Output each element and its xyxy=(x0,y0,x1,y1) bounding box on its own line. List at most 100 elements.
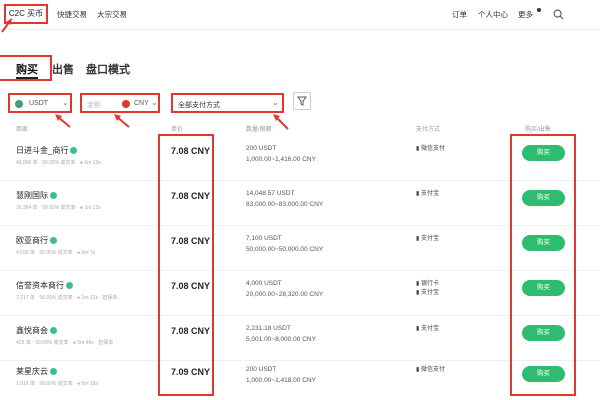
payment-method-select[interactable]: 全部支付方式 ⌄ xyxy=(171,93,284,113)
limit: 20,000.00~28,320.00 CNY xyxy=(246,291,324,298)
amount-limit: 14,048.57 USDT 83,000.00~83,000.00 CNY xyxy=(246,188,323,210)
amount-limit: 200 USDT 1,000.00~1,418.00 CNY xyxy=(246,364,316,386)
limit: 5,001.00~8,000.00 CNY xyxy=(246,336,316,343)
annotation-arrow-icon xyxy=(55,114,71,128)
fiat-select-value: CNY xyxy=(134,100,149,107)
payment-methods: ▮ 支付宝 xyxy=(416,325,439,334)
price: 7.08 CNY xyxy=(171,191,211,201)
chevron-down-icon: ⌄ xyxy=(62,98,69,107)
annotation-arrow-icon xyxy=(1,18,12,33)
buy-button[interactable]: 购买 xyxy=(522,235,565,251)
quantity: 14,048.57 USDT xyxy=(246,190,295,197)
verified-icon xyxy=(70,147,78,154)
table-row: 慧刚国际 26,364 单 · 99.93% 成交率 · ● 1m 13s 7.… xyxy=(0,182,600,226)
price: 7.08 CNY xyxy=(171,146,211,156)
merchant-stats: 4,690 单 · 99.95% 成交率 · ● 0m 7s xyxy=(16,250,96,256)
buy-button[interactable]: 购买 xyxy=(522,280,565,296)
coin-select-value: USDT xyxy=(29,100,49,107)
buy-button[interactable]: 购买 xyxy=(522,366,565,382)
payment-methods: ▮ 银行卡 ▮ 支付宝 xyxy=(416,280,439,298)
buy-button[interactable]: 购买 xyxy=(522,145,565,161)
verified-icon xyxy=(50,192,57,199)
annotation-arrow-icon xyxy=(273,114,289,130)
top-nav: C2C 买币 快捷交易 大宗交易 订单 个人中心 更多 xyxy=(0,0,600,30)
amount-limit: 200 USDT 1,000.00~1,416.00 CNY xyxy=(246,143,316,165)
notification-dot xyxy=(537,8,541,12)
merchant-stats: 1,016 单 · 99.89% 成交率 · ● 0m 18s xyxy=(16,381,98,387)
merchant-name[interactable]: 莱星庆云 xyxy=(16,366,57,377)
merchant-stats: 26,364 单 · 99.93% 成交率 · ● 1m 13s xyxy=(16,205,101,211)
merchant-stats: 7,217 单 · 98.93% 成交率 · ● 1m 12s · 担保单 xyxy=(16,295,118,301)
cny-currency-icon xyxy=(122,100,130,108)
verified-icon xyxy=(66,282,73,289)
header-merchant: 商家 xyxy=(16,127,29,133)
merchant-stats: 49,006 单 · 99.95% 成交率 · ● 0m 13s xyxy=(16,160,101,166)
nav-quick-trade[interactable]: 快捷交易 xyxy=(57,9,87,20)
tab-buy[interactable]: 购买 xyxy=(16,61,38,77)
table-row: 欧亚商行 4,690 单 · 99.95% 成交率 · ● 0m 7s 7.08… xyxy=(0,227,600,271)
payment-method: ▮ 支付宝 xyxy=(416,191,439,197)
table-row: 日进斗金_商行 49,006 单 · 99.95% 成交率 · ● 0m 13s… xyxy=(0,137,600,181)
tab-order-book[interactable]: 盘口模式 xyxy=(86,61,130,77)
limit: 83,000.00~83,000.00 CNY xyxy=(246,201,324,208)
chevron-down-icon: ⌄ xyxy=(272,98,279,107)
table-row: 鑫悦商会 423 单 · 99.60% 成交率 · ● 0m 46s · 担保单… xyxy=(0,317,600,361)
payment-methods: ▮ 支付宝 xyxy=(416,235,439,244)
limit: 50,000.00~50,000.00 CNY xyxy=(246,246,324,253)
merchant-name[interactable]: 日进斗金_商行 xyxy=(16,145,78,156)
usdt-coin-icon xyxy=(15,100,23,108)
buy-button[interactable]: 购买 xyxy=(522,190,565,206)
chevron-down-icon: ⌄ xyxy=(151,98,158,107)
merchant-name[interactable]: 信誉资本商行 xyxy=(16,280,73,291)
nav-block-trade[interactable]: 大宗交易 xyxy=(97,9,127,20)
coin-select[interactable]: USDT ⌄ xyxy=(8,93,72,113)
amount-limit: 7,100 USDT 50,000.00~50,000.00 CNY xyxy=(246,233,323,255)
merchant-name[interactable]: 欧亚商行 xyxy=(16,235,57,246)
nav-orders[interactable]: 订单 xyxy=(452,9,467,20)
payment-methods: ▮ 支付宝 xyxy=(416,190,439,199)
payment-method: ▮ 微信支付 xyxy=(416,146,445,152)
header-price: 单价 xyxy=(171,127,184,133)
filter-button[interactable] xyxy=(293,92,311,110)
amount-limit: 2,231.18 USDT 5,001.00~8,000.00 CNY xyxy=(246,323,316,345)
nav-profile[interactable]: 个人中心 xyxy=(478,9,508,20)
payment-methods: ▮ 微信支付 xyxy=(416,366,445,375)
payment-select-value: 全部支付方式 xyxy=(178,102,220,109)
nav-more[interactable]: 更多 xyxy=(518,9,533,20)
limit: 1,000.00~1,418.00 CNY xyxy=(246,377,316,384)
amount-limit: 4,000 USDT 20,000.00~28,320.00 CNY xyxy=(246,278,323,300)
quantity: 2,231.18 USDT xyxy=(246,325,291,332)
price: 7.08 CNY xyxy=(171,236,211,246)
amount-placeholder: 金额 xyxy=(87,102,101,109)
payment-method: ▮ 微信支付 xyxy=(416,367,445,373)
price: 7.08 CNY xyxy=(171,281,211,291)
table-row: 信誉资本商行 7,217 单 · 98.93% 成交率 · ● 1m 12s ·… xyxy=(0,272,600,316)
merchant-name[interactable]: 鑫悦商会 xyxy=(16,325,57,336)
quantity: 200 USDT xyxy=(246,145,277,152)
payment-method: ▮ 银行卡 xyxy=(416,281,439,287)
payment-method: ▮ 支付宝 xyxy=(416,236,439,242)
header-action: 购买/出售 xyxy=(525,127,551,133)
verified-icon xyxy=(50,368,57,375)
quantity: 4,000 USDT xyxy=(246,280,282,287)
verified-icon xyxy=(50,237,57,244)
tab-sell[interactable]: 出售 xyxy=(52,61,74,77)
payment-method: ▮ 支付宝 xyxy=(416,290,439,296)
table-row: 莱星庆云 1,016 单 · 99.89% 成交率 · ● 0m 18s 7.0… xyxy=(0,358,600,400)
header-amount: 数量/限额 xyxy=(246,127,272,133)
funnel-icon xyxy=(297,96,307,106)
limit: 1,000.00~1,416.00 CNY xyxy=(246,156,316,163)
payment-methods: ▮ 微信支付 xyxy=(416,145,445,154)
buy-button[interactable]: 购买 xyxy=(522,325,565,341)
tab-active-underline xyxy=(16,77,38,79)
price: 7.09 CNY xyxy=(171,367,211,377)
quantity: 200 USDT xyxy=(246,366,277,373)
quantity: 7,100 USDT xyxy=(246,235,282,242)
payment-method: ▮ 支付宝 xyxy=(416,326,439,332)
merchant-stats: 423 单 · 99.60% 成交率 · ● 0m 46s · 担保单 xyxy=(16,340,114,346)
verified-icon xyxy=(50,327,57,334)
search-icon[interactable] xyxy=(553,9,564,20)
merchant-name[interactable]: 慧刚国际 xyxy=(16,190,57,201)
header-payment: 支付方式 xyxy=(416,127,441,133)
fiat-amount-select[interactable]: 金额 CNY ⌄ xyxy=(80,93,160,113)
